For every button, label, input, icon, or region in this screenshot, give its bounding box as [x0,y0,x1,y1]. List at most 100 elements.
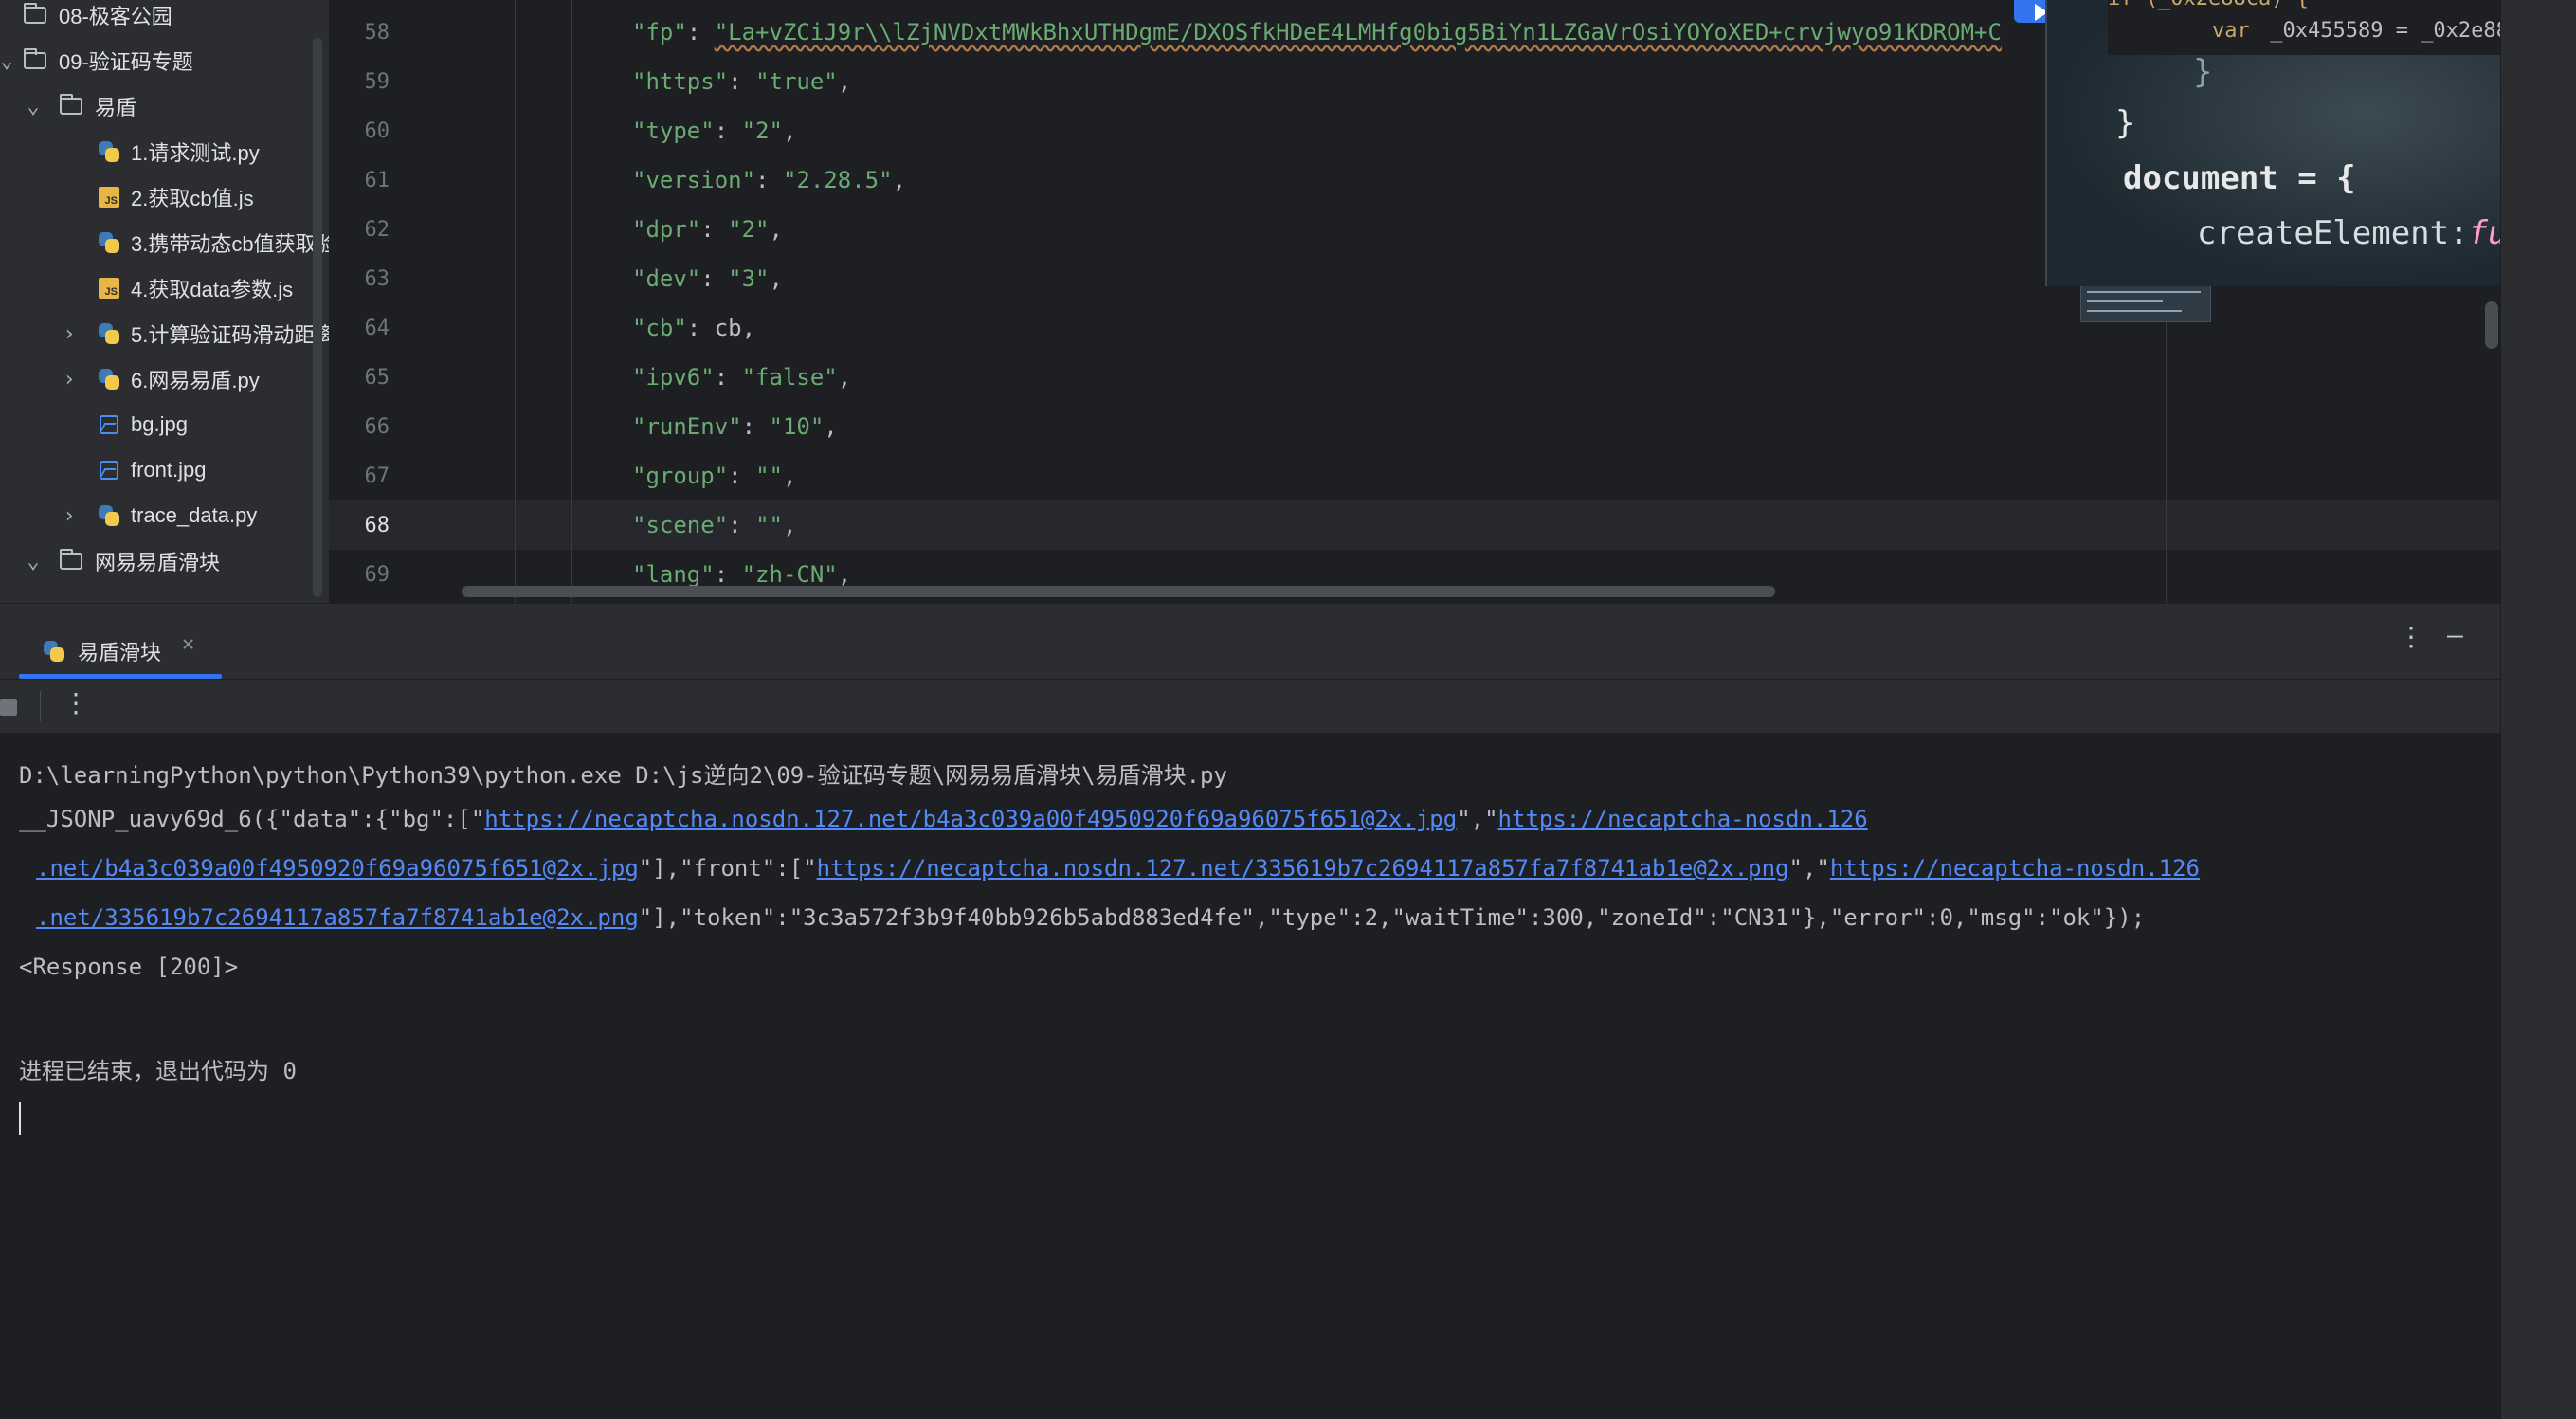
close-icon[interactable]: ✕ [182,632,194,656]
python-file-icon [97,367,121,391]
code-line-current: "scene": "", [632,512,797,538]
image-file-icon [97,412,121,437]
code-line: "ipv6": "false", [632,364,852,391]
chevron-down-icon[interactable]: ⌄ [23,95,44,118]
console-exit-line: 进程已结束，退出代码为 0 [19,1058,297,1084]
console-output-line: .net/b4a3c039a00f4950920f69a96075f651@2x… [36,855,2201,882]
tree-item-label: 4.获取data参数.js [131,278,294,301]
output-link[interactable]: https://necaptcha.nosdn.127.net/335619b7… [817,855,1789,882]
folder-icon [59,94,83,118]
code-line: "cb": cb, [632,315,756,341]
run-tab[interactable]: 易盾滑块 [19,623,161,680]
tree-item-file[interactable]: JS 2.获取cb值.js [0,174,329,220]
output-link[interactable]: https://necaptcha-nosdn.126 [1498,806,1868,832]
tree-item-label: 2.获取cb值.js [131,187,254,210]
js-file-icon: JS [97,185,121,209]
overlay-keyword: var [2212,19,2250,43]
tree-item-label: front.jpg [131,458,207,482]
tree-item-label: 1.请求测试.py [131,141,260,165]
python-file-icon [97,139,121,164]
output-link[interactable]: .net/b4a3c039a00f4950920f69a96075f651@2x… [36,855,639,882]
code-line: "runEnv": "10", [632,413,838,440]
image-file-icon [97,458,121,482]
output-link[interactable]: https://necaptcha-nosdn.126 [1830,855,2200,882]
code-line: "dpr": "2", [632,216,783,243]
run-tab-bar: 易盾滑块 ✕ ⋮ — [0,603,2500,680]
tree-item-file[interactable]: 1.请求测试.py [0,129,329,174]
tree-item-file[interactable]: 3.携带动态cb值获取验 [0,220,329,265]
tree-item-folder-09[interactable]: ⌄ 09-验证码专题 [0,38,329,83]
line-number: 65 [364,366,390,390]
console-caret[interactable] [19,1102,21,1135]
js-file-icon: JS [97,276,121,300]
line-number: 62 [364,218,390,242]
line-number: 69 [364,563,390,587]
project-tree-panel: 08-极客公园 ⌄ 09-验证码专题 ⌄ 易盾 1.请求测试.py JS 2.获… [0,0,329,603]
tree-item-file[interactable]: › trace_data.py [0,493,329,538]
tree-item-file[interactable]: › 5.计算验证码滑动距离 [0,311,329,356]
indent-guide [571,0,572,603]
line-number: 61 [364,169,390,192]
output-link[interactable]: .net/335619b7c2694117a857fa7f8741ab1e@2x… [36,904,639,931]
code-line: "lang": "zh-CN", [632,561,852,588]
tree-item-folder-08[interactable]: 08-极客公园 [0,0,329,38]
tree-item-file[interactable]: bg.jpg [0,402,329,447]
chevron-right-icon[interactable]: › [59,368,80,391]
line-number: 60 [364,119,390,143]
tree-item-folder-yidun[interactable]: ⌄ 易盾 [0,83,329,129]
minimize-icon[interactable]: — [2447,619,2463,650]
vertical-scrollbar[interactable] [2485,301,2498,349]
chevron-down-icon[interactable]: ⌄ [0,49,17,73]
tree-item-label: 08-极客公园 [59,5,172,28]
tree-item-label: 网易易盾滑块 [95,551,221,574]
stop-icon[interactable] [0,699,17,716]
console-command-line: D:\learningPython\python\Python39\python… [19,762,1227,789]
indent-guide [515,0,516,603]
overlay-brace: } [2115,104,2135,142]
line-number: 64 [364,317,390,340]
run-tab-label: 易盾滑块 [78,641,162,664]
python-file-icon [42,639,66,664]
line-number: 66 [364,415,390,439]
line-number: 59 [364,70,390,94]
console-output-line: .net/335619b7c2694117a857fa7f8741ab1e@2x… [36,904,2146,931]
chevron-down-icon[interactable]: ⌄ [23,550,44,573]
code-line: "fp": "La+vZCiJ9r\\lZjNVDxtMWkBhxUTHDgmE… [632,19,2002,45]
folder-icon [59,549,83,573]
tree-item-label: 6.网易易盾.py [131,369,260,392]
tree-item-file[interactable]: front.jpg [0,447,329,493]
python-file-icon [97,503,121,528]
code-line: "dev": "3", [632,265,783,292]
code-line: "version": "2.28.5", [632,167,906,193]
chevron-right-icon[interactable]: › [59,504,80,528]
package-folder-icon [23,3,47,27]
more-icon[interactable]: ⋮ [63,687,89,719]
code-line: "type": "2", [632,118,797,144]
right-tool-strip [2500,0,2576,1419]
tree-item-label: bg.jpg [131,412,188,436]
line-number-current: 68 [364,514,390,537]
python-file-icon [97,230,121,255]
tree-item-folder-wangyi[interactable]: ⌄ 网易易盾滑块 [0,538,329,584]
chevron-right-icon[interactable]: › [59,322,80,346]
tree-item-label: 5.计算验证码滑动距离 [131,323,329,347]
output-link[interactable]: https://necaptcha.nosdn.127.net/b4a3c039… [484,806,1457,832]
line-number: 58 [364,21,390,45]
toolbar-divider [40,691,41,721]
code-line: "group": "", [632,463,797,489]
tree-item-label: 09-验证码专题 [59,50,193,74]
horizontal-scrollbar[interactable] [462,586,1775,597]
console-response-line: <Response [200]> [19,954,239,980]
tree-item-file[interactable]: › 6.网易易盾.py [0,356,329,402]
more-options-icon[interactable]: ⋮ [2398,621,2424,652]
tree-item-file[interactable]: JS 4.获取data参数.js [0,265,329,311]
run-toolbar: ⋮ [0,679,2500,733]
overlay-brace: } [2193,53,2213,91]
floating-video-overlay: if (_0x2e88ca) { var _0x455589 = _0x2e88… [2045,0,2576,286]
python-file-icon [97,321,121,346]
tree-scrollbar[interactable] [313,38,322,597]
package-folder-icon [23,48,47,73]
overlay-code-text: if (_0x2e88ca) { [2108,0,2309,10]
tree-item-label: 3.携带动态cb值获取验 [131,232,329,256]
line-number: 67 [364,464,390,488]
